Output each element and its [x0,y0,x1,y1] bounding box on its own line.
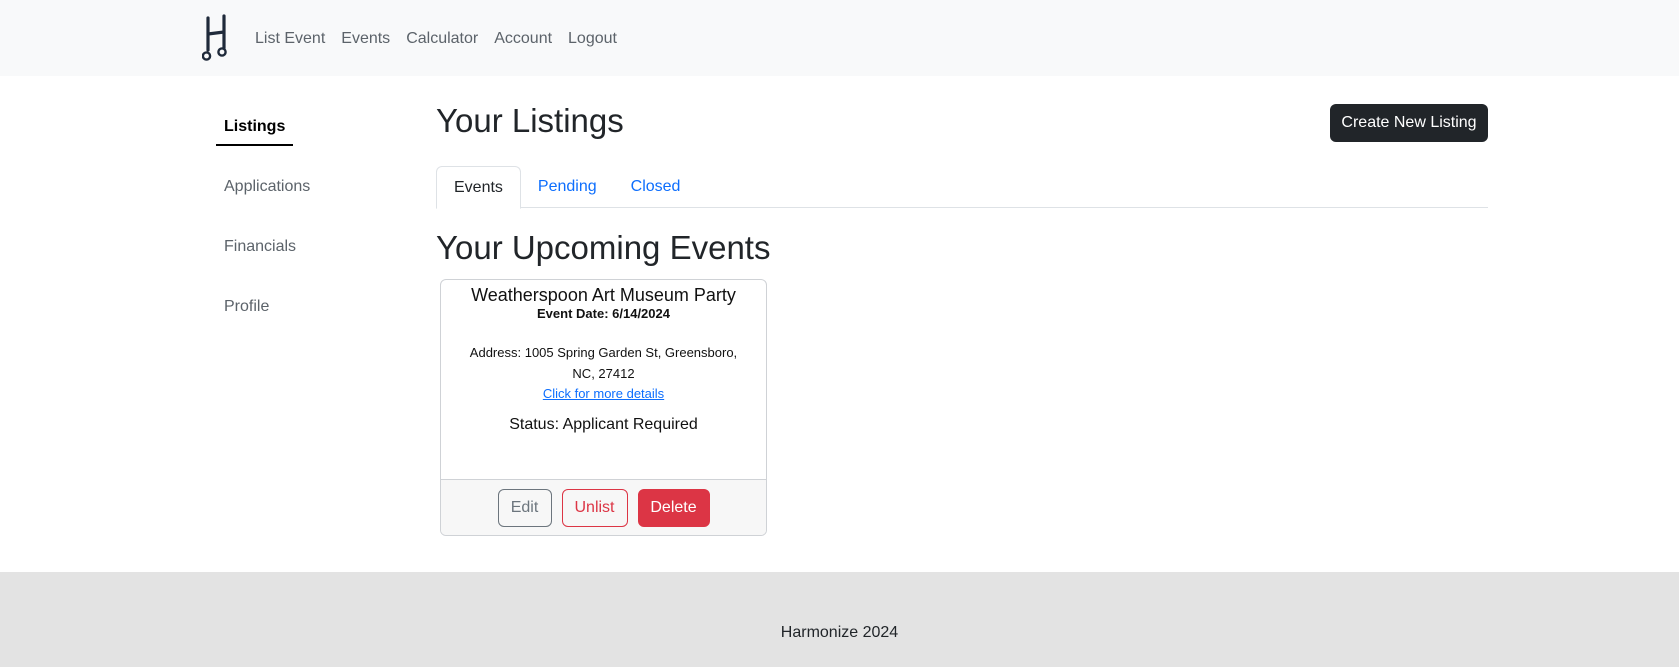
sidebar-item-listings[interactable]: Listings [216,110,294,146]
nav-links: List Event Events Calculator Account Log… [255,27,633,51]
tab-closed[interactable]: Closed [614,166,698,208]
nav-link-list-event[interactable]: List Event [255,27,325,51]
section-title: Your Upcoming Events [436,229,771,266]
page-title: Your Listings [436,102,624,139]
event-title: Weatherspoon Art Museum Party [471,285,736,305]
nav-link-logout[interactable]: Logout [568,27,617,51]
sidebar-item-applications[interactable]: Applications [216,170,318,204]
sidebar: Listings Applications Financials Profile [216,110,416,350]
nav-link-calculator[interactable]: Calculator [406,27,478,51]
edit-button[interactable]: Edit [497,488,552,527]
sidebar-item-profile[interactable]: Profile [216,290,277,324]
footer-text: Harmonize 2024 [780,624,899,641]
listing-tabs: Events Pending Closed [436,166,1488,209]
top-navbar: List Event Events Calculator Account Log… [0,0,1679,76]
event-status: Status: Applicant Required [509,416,698,433]
event-card-footer: Edit Unlist Delete [441,479,766,535]
event-card-body: Weatherspoon Art Museum Party Event Date… [441,280,766,436]
unlist-button[interactable]: Unlist [561,488,628,527]
delete-button[interactable]: Delete [637,488,710,527]
event-card: Weatherspoon Art Museum Party Event Date… [440,279,767,536]
music-note-h-icon[interactable] [202,14,232,64]
event-address: Address: 1005 Spring Garden St, Greensbo… [469,345,738,381]
create-new-listing-button[interactable]: Create New Listing [1330,104,1488,142]
nav-link-account[interactable]: Account [494,27,552,51]
tab-events[interactable]: Events [436,166,521,209]
nav-link-events[interactable]: Events [341,27,390,51]
page-footer: Harmonize 2024 [0,572,1679,667]
sidebar-item-financials[interactable]: Financials [216,230,304,264]
event-details-link[interactable]: Click for more details [543,384,664,404]
tab-pending[interactable]: Pending [521,166,614,208]
event-date: Event Date: 6/14/2024 [537,306,670,321]
